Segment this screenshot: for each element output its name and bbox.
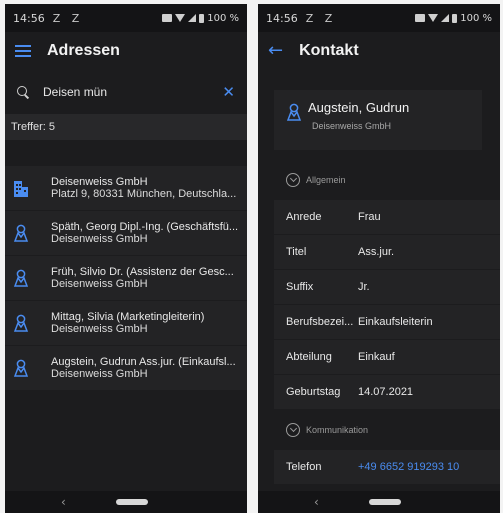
field-label: Suffix (286, 281, 314, 293)
section-communication-toggle[interactable]: Kommunikation (258, 410, 500, 450)
field-titel: Titel Ass.jur. (274, 235, 500, 270)
nav-home-pill[interactable] (368, 499, 401, 505)
search-icon (17, 86, 29, 98)
phone-link[interactable]: +49 6652 919293 10 (358, 461, 459, 473)
search-bar: ✕ (5, 70, 247, 114)
status-bar: 14:56 Z Z 100 % (258, 4, 500, 32)
list-item-contact[interactable]: Früh, Silvio Dr. (Assistenz der Gesc... … (5, 256, 247, 301)
chevron-down-icon (286, 423, 300, 437)
list-item-title: Mittag, Silvia (Marketingleiterin) (51, 311, 205, 323)
building-icon (14, 181, 28, 197)
field-value: Einkauf (358, 351, 395, 363)
field-geburtstag: Geburtstag 14.07.2021 (274, 375, 500, 410)
system-nav-bar: ‹ (5, 491, 247, 513)
search-input[interactable] (43, 85, 223, 99)
status-time: 14:56 (13, 11, 45, 25)
signal-icon (441, 14, 450, 22)
section-communication-label: Kommunikation (306, 425, 369, 435)
field-abteilung: Abteilung Einkauf (274, 340, 500, 375)
battery-level: 100 % (207, 12, 239, 24)
page-title: Kontakt (299, 42, 359, 59)
field-value: Jr. (358, 281, 370, 293)
message-icon (415, 14, 426, 22)
list-item-contact[interactable]: Späth, Georg Dipl.-Ing. (Geschäftsfü... … (5, 211, 247, 256)
list-item-subtitle: Deisenweiss GmbH (51, 278, 148, 290)
field-value: Frau (358, 211, 381, 223)
notification-icons: Z Z (305, 11, 337, 25)
list-item-subtitle: Deisenweiss GmbH (51, 323, 148, 335)
section-general-label: Allgemein (306, 175, 346, 185)
address-list-screen: 14:56 Z Z 100 % Adressen ✕ Treffer: 5 (5, 4, 247, 513)
nav-back-icon[interactable]: ‹ (314, 495, 319, 509)
field-anrede: Anrede Frau (274, 200, 500, 235)
top-app-bar: ← Kontakt (258, 32, 500, 70)
field-value: Ass.jur. (358, 246, 395, 258)
system-nav-bar: ‹ (258, 491, 500, 513)
contact-detail-screen: 14:56 Z Z 100 % ← Kontakt Augstein, Gudr… (258, 4, 500, 513)
general-fields: Anrede Frau Titel Ass.jur. Suffix Jr. Be… (274, 200, 500, 410)
page-title: Adressen (47, 42, 120, 59)
battery-level: 100 % (460, 12, 492, 24)
notification-icons: Z Z (52, 11, 84, 25)
person-icon (13, 224, 29, 242)
list-item-title: Deisenweiss GmbH (51, 176, 148, 188)
status-bar: 14:56 Z Z 100 % (5, 4, 247, 32)
nav-back-icon[interactable]: ‹ (61, 495, 66, 509)
top-app-bar: Adressen (5, 32, 247, 70)
communication-fields: Telefon +49 6652 919293 10 (274, 450, 500, 485)
field-value: Einkaufsleiterin (358, 316, 433, 328)
message-icon (162, 14, 173, 22)
field-label: Telefon (286, 461, 322, 473)
result-count: Treffer: 5 (5, 114, 247, 140)
field-value: 14.07.2021 (358, 386, 414, 398)
list-item-contact[interactable]: Mittag, Silvia (Marketingleiterin) Deise… (5, 301, 247, 346)
back-arrow-icon[interactable]: ← (268, 42, 283, 60)
person-icon (13, 359, 29, 377)
contact-company: Deisenweiss GmbH (312, 121, 392, 131)
battery-icon (199, 13, 205, 23)
menu-icon[interactable] (15, 45, 31, 57)
field-telefon[interactable]: Telefon +49 6652 919293 10 (274, 450, 500, 485)
section-general-toggle[interactable]: Allgemein (258, 160, 500, 200)
status-time: 14:56 (266, 11, 298, 25)
contact-name: Augstein, Gudrun (308, 100, 410, 115)
list-item-title: Späth, Georg Dipl.-Ing. (Geschäftsfü... (51, 221, 239, 233)
field-label: Geburtstag (286, 386, 341, 398)
field-suffix: Suffix Jr. (274, 270, 500, 305)
field-label: Berufsbezei... (286, 316, 354, 328)
field-berufsbezeichnung: Berufsbezei... Einkaufsleiterin (274, 305, 500, 340)
field-label: Anrede (286, 211, 322, 223)
list-item-title: Früh, Silvio Dr. (Assistenz der Gesc... (51, 266, 234, 278)
clear-search-icon[interactable]: ✕ (222, 83, 235, 101)
field-label: Abteilung (286, 351, 332, 363)
signal-icon (188, 14, 197, 22)
list-item-company[interactable]: Deisenweiss GmbH Platzl 9, 80331 München… (5, 166, 247, 211)
nav-home-pill[interactable] (115, 499, 148, 505)
field-label: Titel (286, 246, 307, 258)
wifi-icon (428, 14, 439, 22)
list-item-subtitle: Deisenweiss GmbH (51, 368, 148, 380)
person-icon (286, 103, 302, 121)
battery-icon (452, 13, 458, 23)
person-icon (13, 269, 29, 287)
chevron-down-icon (286, 173, 300, 187)
list-item-subtitle: Platzl 9, 80331 München, Deutschla... (51, 188, 237, 200)
person-icon (13, 314, 29, 332)
list-item-title: Augstein, Gudrun Ass.jur. (Einkaufsl... (51, 356, 236, 368)
wifi-icon (175, 14, 186, 22)
contact-header-card: Augstein, Gudrun Deisenweiss GmbH (274, 90, 482, 150)
result-list: Deisenweiss GmbH Platzl 9, 80331 München… (5, 166, 247, 391)
divider (5, 140, 247, 166)
list-item-subtitle: Deisenweiss GmbH (51, 233, 148, 245)
list-item-contact[interactable]: Augstein, Gudrun Ass.jur. (Einkaufsl... … (5, 346, 247, 391)
